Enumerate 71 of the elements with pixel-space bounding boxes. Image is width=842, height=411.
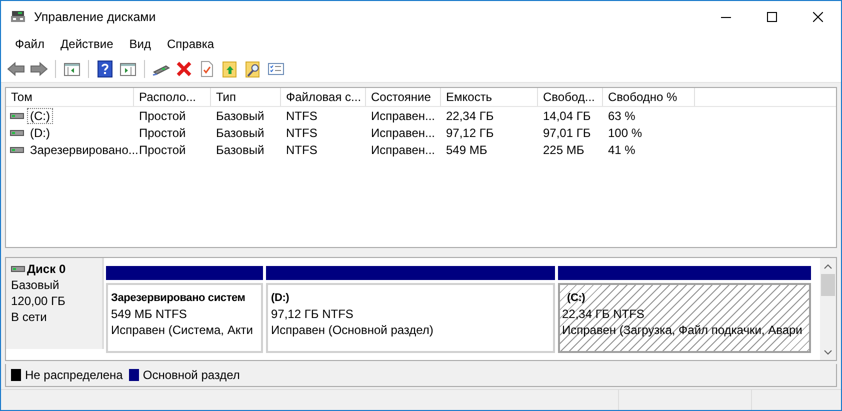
menu-item[interactable]: Действие (52, 37, 122, 51)
chevron-down-icon (824, 350, 832, 354)
chevron-up-icon (824, 264, 832, 268)
table-cell-text: Простой (138, 126, 187, 140)
disk-name: Диск 0 (27, 261, 66, 277)
drive-icon (10, 112, 24, 120)
column-header[interactable]: Файловая с... (281, 88, 366, 106)
partition-status: Исправен (Загрузка, Файл подкачки, Авари (562, 322, 804, 338)
partition-name: (C:) (566, 291, 586, 306)
table-cell-text: 97,12 ГБ (445, 126, 495, 140)
table-cell-text: Базовый (215, 126, 266, 140)
table-cell-text: 14,04 ГБ (542, 108, 592, 122)
partition-status: Исправен (Основной раздел) (271, 322, 434, 338)
table-cell-text: Простой (138, 108, 187, 122)
folder-up-icon[interactable] (221, 60, 239, 78)
partition-size: 549 МБ NTFS (111, 306, 188, 322)
app-icon (10, 10, 26, 24)
table-cell-text: NTFS (285, 142, 318, 156)
volume-name[interactable]: (C:) (27, 108, 53, 124)
column-header[interactable]: Состояние (366, 88, 441, 106)
table-cell-text: NTFS (285, 108, 318, 122)
partition-box[interactable]: (D:) 97,12 ГБ NTFS Исправен (Основной раздел) (266, 283, 555, 353)
menu-item[interactable]: Вид (121, 37, 159, 51)
disk-status: В сети (11, 309, 48, 325)
menu-item[interactable]: Справка (159, 37, 222, 51)
folder-search-icon[interactable] (244, 60, 262, 78)
window-title: Управление дисками (34, 10, 157, 24)
help-icon[interactable] (96, 60, 114, 78)
table-cell-text: Базовый (215, 108, 266, 122)
partition-box[interactable]: Зарезервировано систем 549 МБ NTFS Исправен (Система, Акти (106, 283, 263, 353)
table-cell-text: 100 % (607, 126, 644, 140)
partition-box[interactable]: (C:) 22,34 ГБ NTFS Исправен (Загрузка, Файл подкачки, Авари (558, 283, 811, 353)
column-header[interactable]: Свобод... (538, 88, 603, 106)
back-arrow-icon[interactable] (7, 60, 25, 78)
column-header[interactable]: Емкость (441, 88, 538, 106)
legend-label: Основной раздел (142, 368, 240, 382)
partition-size: 22,34 ГБ NTFS (562, 306, 646, 322)
table-cell-text: Базовый (215, 142, 266, 156)
partition-size: 97,12 ГБ NTFS (271, 306, 354, 322)
partition-status: Исправен (Система, Акти (111, 322, 254, 338)
disk-type: Базовый (11, 277, 60, 293)
maximize-icon (767, 12, 777, 22)
partition-name: Зарезервировано систем (111, 291, 246, 306)
table-cell-text: 549 МБ (445, 142, 488, 156)
table-cell-text: Исправен... (370, 108, 436, 122)
volume-name[interactable]: Зарезервировано... (27, 142, 142, 158)
delete-icon[interactable] (175, 60, 193, 78)
legend-label: Не распределена (25, 368, 123, 382)
drive-icon (10, 128, 24, 136)
volume-name[interactable]: (D:) (27, 124, 53, 140)
table-cell-text: NTFS (285, 126, 318, 140)
close-icon (813, 12, 823, 22)
column-header[interactable]: Располо... (134, 88, 211, 106)
drive-icon (10, 146, 24, 154)
table-cell-text: Исправен... (370, 142, 436, 156)
column-header[interactable]: Тип (211, 88, 281, 106)
table-cell-text: 63 % (607, 108, 636, 122)
column-header[interactable]: Свободно % (603, 88, 695, 106)
table-cell-text: 41 % (607, 142, 636, 156)
table-cell-text: 225 МБ (542, 142, 586, 156)
forward-arrow-icon[interactable] (30, 60, 48, 78)
column-header[interactable]: Том (6, 88, 134, 106)
table-cell-text: 97,01 ГБ (542, 126, 592, 140)
scrollbar-thumb[interactable] (821, 274, 835, 296)
checked-document-icon[interactable] (198, 60, 216, 78)
menu-item[interactable]: Файл (7, 37, 53, 51)
drive-icon (11, 265, 25, 273)
table-cell-text: 22,34 ГБ (445, 108, 495, 122)
disk-size: 120,00 ГБ (11, 293, 66, 309)
table-cell-text: Исправен... (370, 126, 436, 140)
partition-name: (D:) (271, 291, 290, 306)
